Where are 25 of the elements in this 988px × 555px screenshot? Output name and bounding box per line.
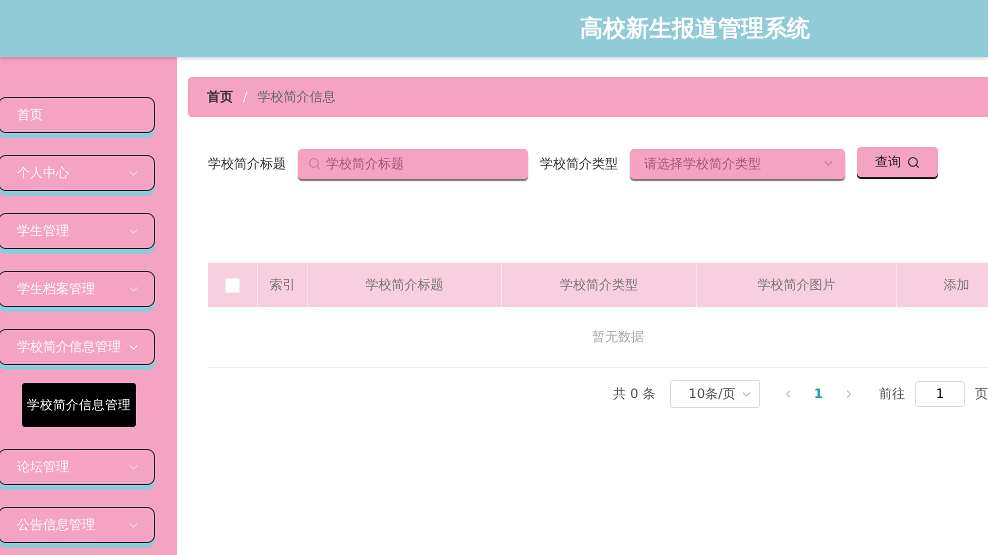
field-label: 学校简介标题: [208, 156, 286, 173]
goto-label: 前往: [879, 386, 906, 403]
search-icon: [308, 157, 321, 170]
page-number[interactable]: 1: [804, 386, 833, 402]
checkbox[interactable]: [225, 278, 240, 292]
breadcrumb-item: 学校简介信息: [257, 89, 336, 106]
page-suffix: 页: [975, 386, 988, 403]
page-size-select[interactable]: 10条/页: [670, 380, 760, 408]
search-icon: [907, 156, 920, 168]
column-header: 学校简介类型: [560, 277, 638, 294]
column-header: 添加: [944, 277, 970, 294]
empty-text: 暂无数据: [592, 329, 644, 346]
submenu-item[interactable]: 学校简介信息管理: [22, 383, 136, 427]
breadcrumb-separator: /: [243, 90, 248, 104]
column-header: 学校简介图片: [758, 277, 836, 294]
goto-page-input[interactable]: 1: [915, 381, 966, 407]
column-header: 索引: [270, 277, 296, 294]
search-button[interactable]: 查询: [857, 147, 938, 177]
search-field[interactable]: 学校简介标题: [298, 149, 528, 179]
total-count: 共 0 条: [613, 386, 656, 403]
field-label: 学校简介类型: [540, 156, 618, 173]
app-title: 高校新生报道管理系统: [580, 15, 810, 44]
select-field[interactable]: 请选择学校简介类型: [630, 149, 845, 179]
column-header: 学校简介标题: [366, 277, 444, 294]
breadcrumb-item[interactable]: 首页: [207, 88, 233, 106]
